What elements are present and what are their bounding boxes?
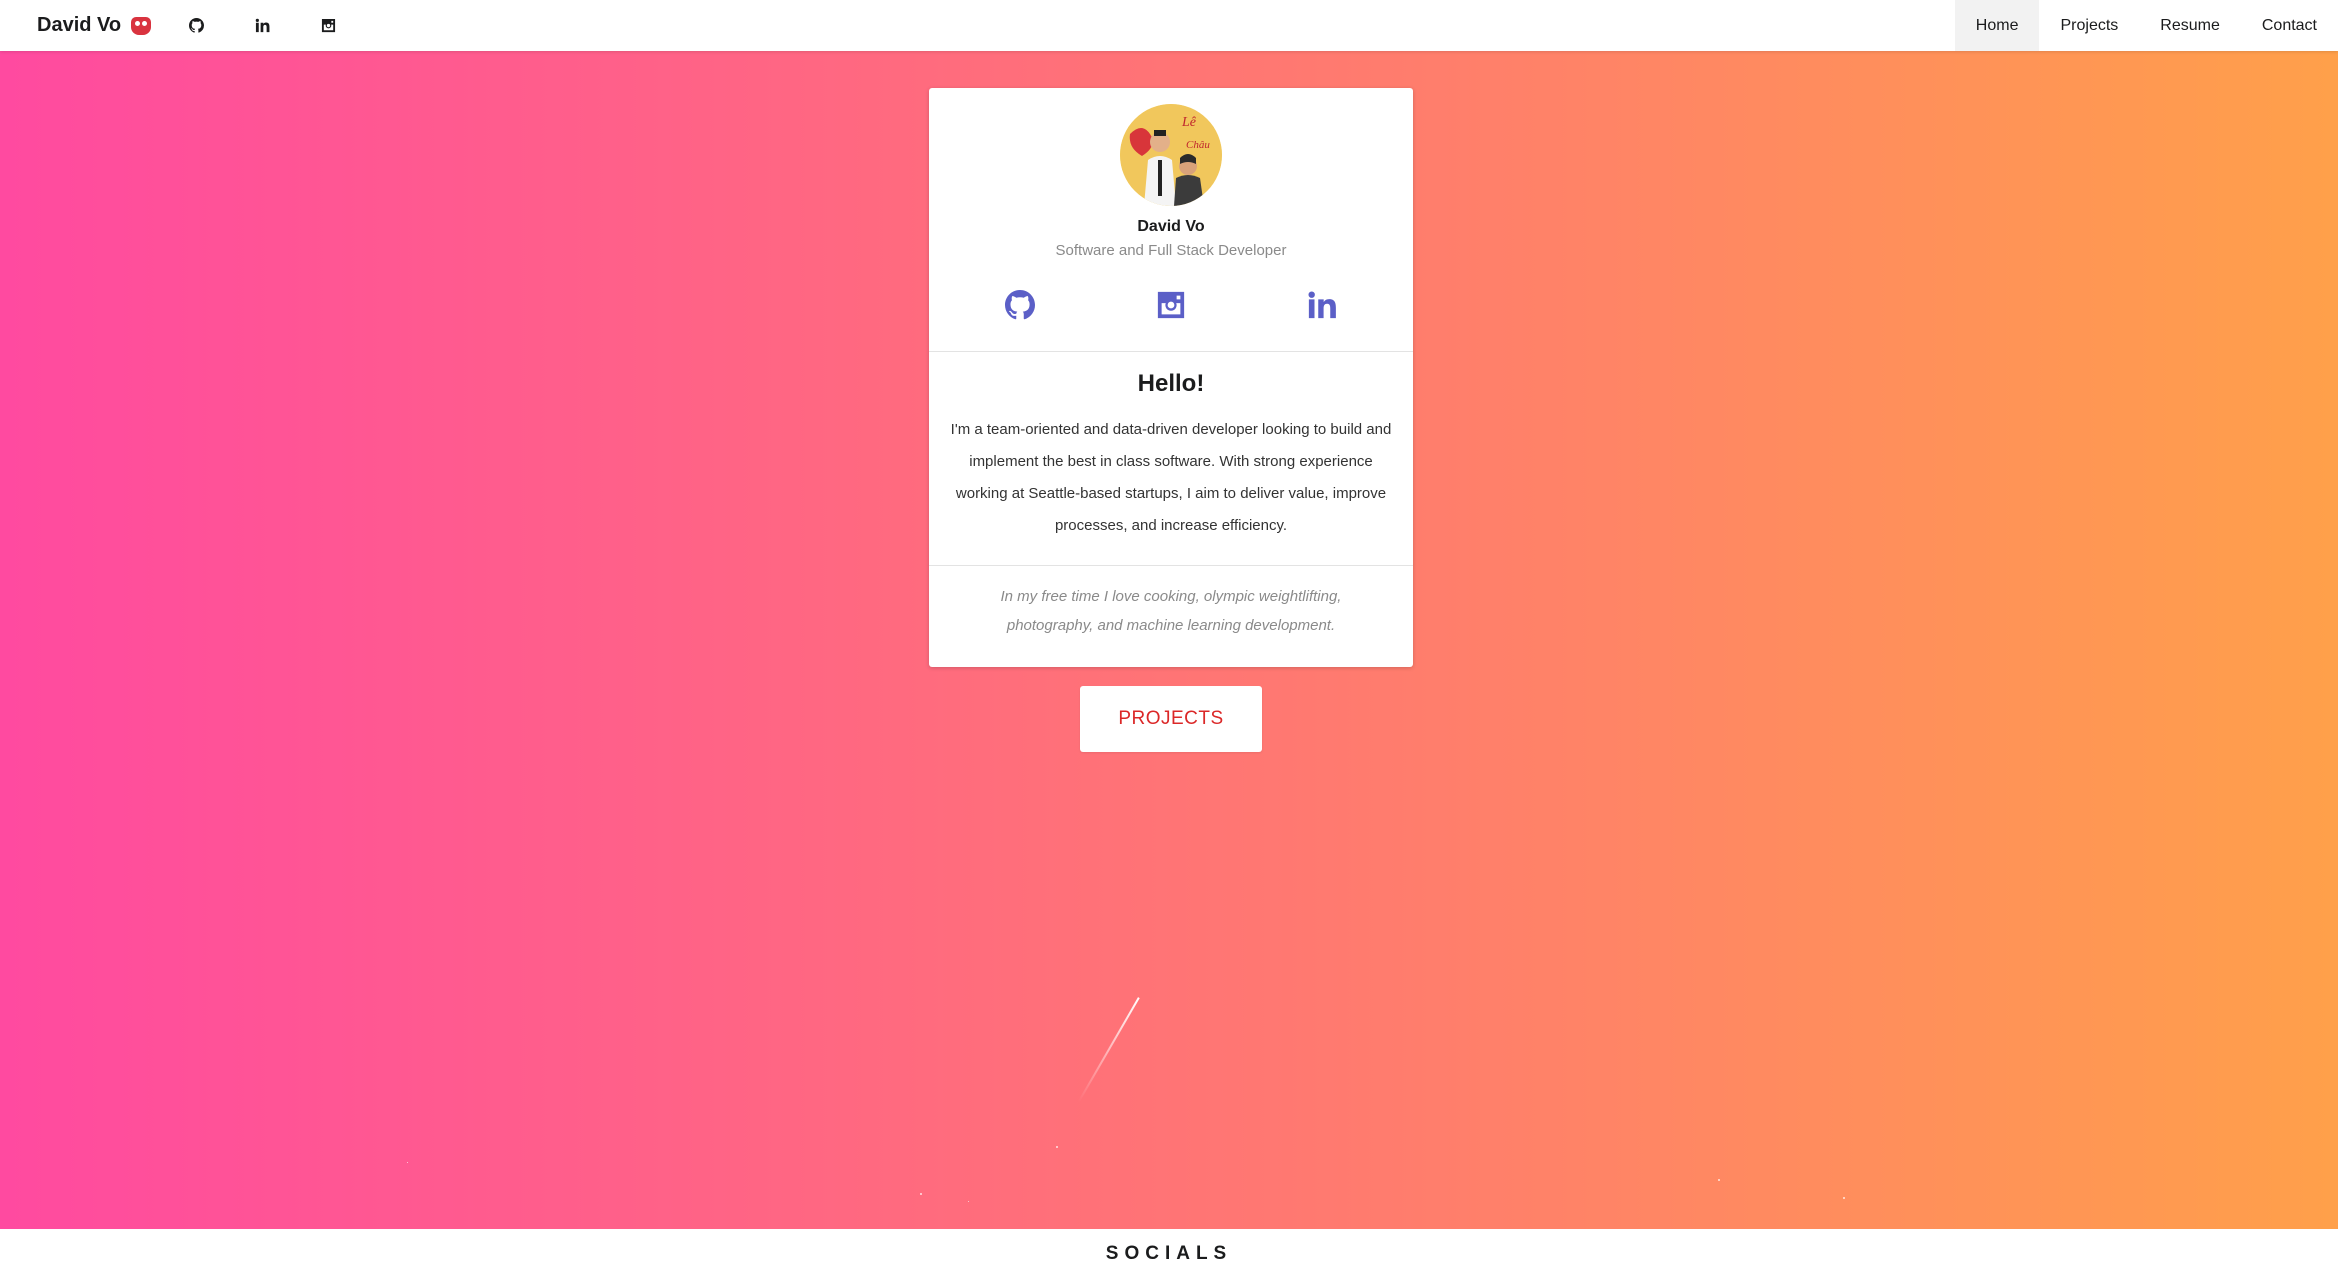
star [1718,1179,1720,1181]
nav-link-home[interactable]: Home [1954,0,2040,51]
instagram-icon[interactable] [310,0,346,51]
brand[interactable]: David Vo [37,0,152,51]
profile-name: David Vo [1137,218,1205,235]
socials-heading: SOCIALS [1105,1243,1233,1264]
profile-role: Software and Full Stack Developer [1055,242,1287,259]
github-icon[interactable] [178,0,214,51]
owl-emoji-icon [131,16,152,35]
nav-link-resume[interactable]: Resume [2139,0,2241,51]
star [1056,1146,1058,1148]
nav-links: Home Projects Resume Contact [1954,0,2338,51]
brand-name[interactable]: David Vo [37,14,121,37]
greeting-heading: Hello! [1137,370,1205,397]
instagram-icon[interactable] [1154,288,1188,322]
bio-text: I'm a team-oriented and data-driven deve… [950,421,1392,534]
top-navbar: David Vo Home Projects Resume Contact [0,0,2338,51]
star [920,1193,922,1195]
star [407,1162,408,1163]
nav-link-projects[interactable]: Projects [2039,0,2139,51]
hobbies-text: In my free time I love cooking, olympic … [1000,588,1342,634]
svg-text:Châu: Châu [1186,139,1210,151]
profile-card: Lê Châu David Vo Software and Full Stack… [929,88,1413,667]
nav-link-contact[interactable]: Contact [2241,0,2338,51]
avatar: Lê Châu [1120,104,1222,206]
github-icon[interactable] [1003,288,1037,322]
hero-section: Lê Châu David Vo Software and Full Stack… [0,51,2338,1229]
projects-button[interactable]: PROJECTS [1080,686,1262,752]
shooting-star [1078,997,1140,1102]
star [968,1201,969,1202]
linkedin-icon[interactable] [1305,288,1339,322]
card-divider [929,351,1413,352]
star [1843,1197,1845,1199]
card-divider [929,565,1413,566]
socials-section: SOCIALS [0,1229,2338,1288]
svg-text:Lê: Lê [1181,115,1197,130]
linkedin-icon[interactable] [244,0,280,51]
